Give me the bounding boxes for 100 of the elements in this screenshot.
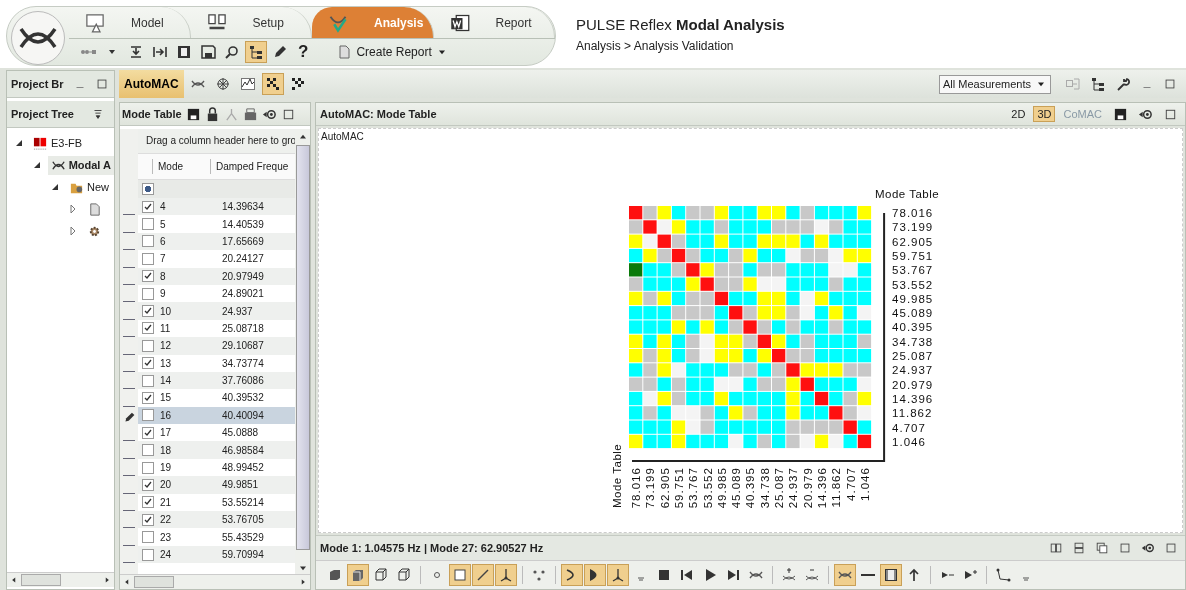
- axis-label: 45.089: [892, 307, 934, 320]
- table-cell-text: 6: [159, 235, 167, 247]
- axis-label: 4.707: [892, 421, 926, 434]
- axis-label: 40.395: [744, 467, 757, 509]
- axis-label: 11.862: [892, 407, 933, 420]
- table-cell: 40.39532: [222, 392, 264, 404]
- axis-label: 59.751: [672, 467, 685, 509]
- table-cell-text: 14: [159, 375, 173, 387]
- table-cell-text: 9: [159, 288, 167, 300]
- table-cell: 17.65669: [222, 235, 264, 247]
- axis-label: 14.396: [892, 392, 934, 405]
- table-cell-text: 12: [159, 340, 173, 352]
- axis-label: 40.395: [892, 321, 934, 334]
- axis-label: 1.046: [858, 467, 871, 501]
- table-cell: 24.89021: [222, 288, 264, 300]
- axis-label: 53.767: [892, 264, 934, 277]
- view-mode-tab[interactable]: 3D: [1033, 106, 1056, 122]
- table-cell-text: 10: [159, 305, 173, 317]
- tree-item[interactable]: E3-FB: [30, 133, 86, 153]
- panel-title: Project Br: [11, 78, 65, 90]
- table-row[interactable]: 20 49.9851: [138, 476, 295, 494]
- axis-label: 11.862: [830, 467, 843, 508]
- table-cell: 55.43529: [222, 531, 264, 543]
- axis-label: 62.905: [892, 235, 934, 248]
- table-cell-text: 20: [159, 479, 173, 491]
- table-row[interactable]: 4 14.39634: [138, 198, 295, 216]
- axis-label: 49.985: [892, 292, 934, 305]
- table-cell-text: 18: [159, 444, 173, 456]
- table-cell: 25.08718: [222, 322, 264, 334]
- axis-label: 53.552: [701, 467, 714, 509]
- chart-title: Mode Table: [874, 188, 940, 200]
- table-cell: 34.73774: [222, 357, 264, 369]
- table-cell-text: 19: [159, 462, 173, 474]
- table-cell: 14.39634: [222, 201, 264, 213]
- axis-label: 45.089: [730, 467, 743, 509]
- axis-label: 14.396: [815, 467, 828, 509]
- table-cell: 46.98584: [222, 444, 264, 456]
- table-cell: 49.9851: [222, 479, 259, 491]
- axis-label: 25.087: [892, 350, 934, 362]
- table-cell-text: 24: [159, 549, 173, 560]
- axis-label: 4.707: [844, 467, 857, 501]
- table-cell-text: 22: [159, 514, 173, 526]
- view-mode-tab[interactable]: 2D: [1007, 106, 1030, 122]
- axis-label: 24.937: [892, 364, 934, 377]
- table-row[interactable]: 10 24.937: [138, 302, 295, 320]
- table-cell-text: 5: [159, 218, 167, 230]
- table-cell-text: 23: [159, 531, 173, 543]
- axis-title: Mode Table: [611, 443, 623, 508]
- table-row[interactable]: 18 46.98584: [138, 441, 295, 459]
- axis-label: 20.979: [801, 467, 814, 509]
- axis-label: 25.087: [773, 467, 785, 509]
- ribbon-tab[interactable]: Setup: [190, 7, 312, 38]
- table-cell: 24.937: [222, 305, 253, 317]
- axis-label: 20.979: [892, 378, 934, 391]
- axis-label: 62.905: [658, 467, 671, 509]
- status-text: Mode 1: 1.04575 Hz | Mode 27: 62.90527 Hz: [320, 542, 544, 554]
- table-cell-text: 4: [159, 201, 167, 213]
- table-cell-text: 11: [159, 322, 172, 334]
- panel-title: Mode Table: [122, 108, 182, 120]
- table-cell: 40.40094: [222, 409, 264, 421]
- axis-label: 73.199: [892, 221, 934, 234]
- table-cell: 53.55214: [222, 496, 264, 508]
- column-header[interactable]: Mode: [152, 159, 210, 174]
- app-title: PULSE Reflex Modal Analysis: [576, 16, 785, 33]
- ribbon-tab[interactable]: Report: [433, 7, 555, 38]
- axis-label: 34.738: [892, 335, 934, 348]
- axis-label: 53.552: [892, 278, 934, 291]
- table-cell: 45.0888: [222, 427, 259, 439]
- axis-label: 49.985: [715, 467, 728, 509]
- axis-label: 78.016: [630, 467, 642, 509]
- table-cell-text: 21: [159, 496, 173, 508]
- panel-title: AutoMAC: Mode Table: [320, 108, 437, 120]
- group-panel-hint: Drag a column header here to gro: [138, 129, 295, 153]
- table-cell: 53.76705: [222, 514, 264, 526]
- table-cell-text: 15: [159, 392, 173, 404]
- axis-label: 73.199: [644, 467, 657, 509]
- ribbon-tab[interactable]: Model: [69, 7, 191, 38]
- table-cell: 59.70994: [222, 549, 264, 560]
- table-cell: 37.76086: [222, 375, 264, 387]
- axis-label: 24.937: [787, 467, 800, 509]
- table-cell: 20.24127: [222, 253, 264, 265]
- axis-label: 53.767: [687, 467, 700, 509]
- table-row[interactable]: 12 29.10687: [138, 337, 295, 355]
- automac-tab[interactable]: AutoMAC: [119, 70, 184, 98]
- table-cell-text: 13: [159, 357, 173, 369]
- table-cell: 48.99452: [222, 462, 264, 474]
- tree-item[interactable]: New: [66, 177, 112, 197]
- canvas-label: AutoMAC: [320, 130, 365, 144]
- table-cell-text: 17: [159, 427, 173, 439]
- create-report-button[interactable]: Create Report: [333, 41, 451, 63]
- table-cell: 14.40539: [222, 218, 264, 230]
- breadcrumb: Analysis > Analysis Validation: [576, 39, 735, 53]
- table-cell: 29.10687: [222, 340, 264, 352]
- axis-label: 34.738: [758, 467, 771, 509]
- table-row[interactable]: 22 53.76705: [138, 511, 295, 529]
- axis-label: 78.016: [892, 207, 934, 219]
- tree-item[interactable]: Modal A: [47, 155, 114, 175]
- table-cell: 20.97949: [222, 270, 264, 282]
- measurement-dropdown[interactable]: All Measurements: [938, 74, 1051, 94]
- axis-label: 59.751: [892, 249, 934, 262]
